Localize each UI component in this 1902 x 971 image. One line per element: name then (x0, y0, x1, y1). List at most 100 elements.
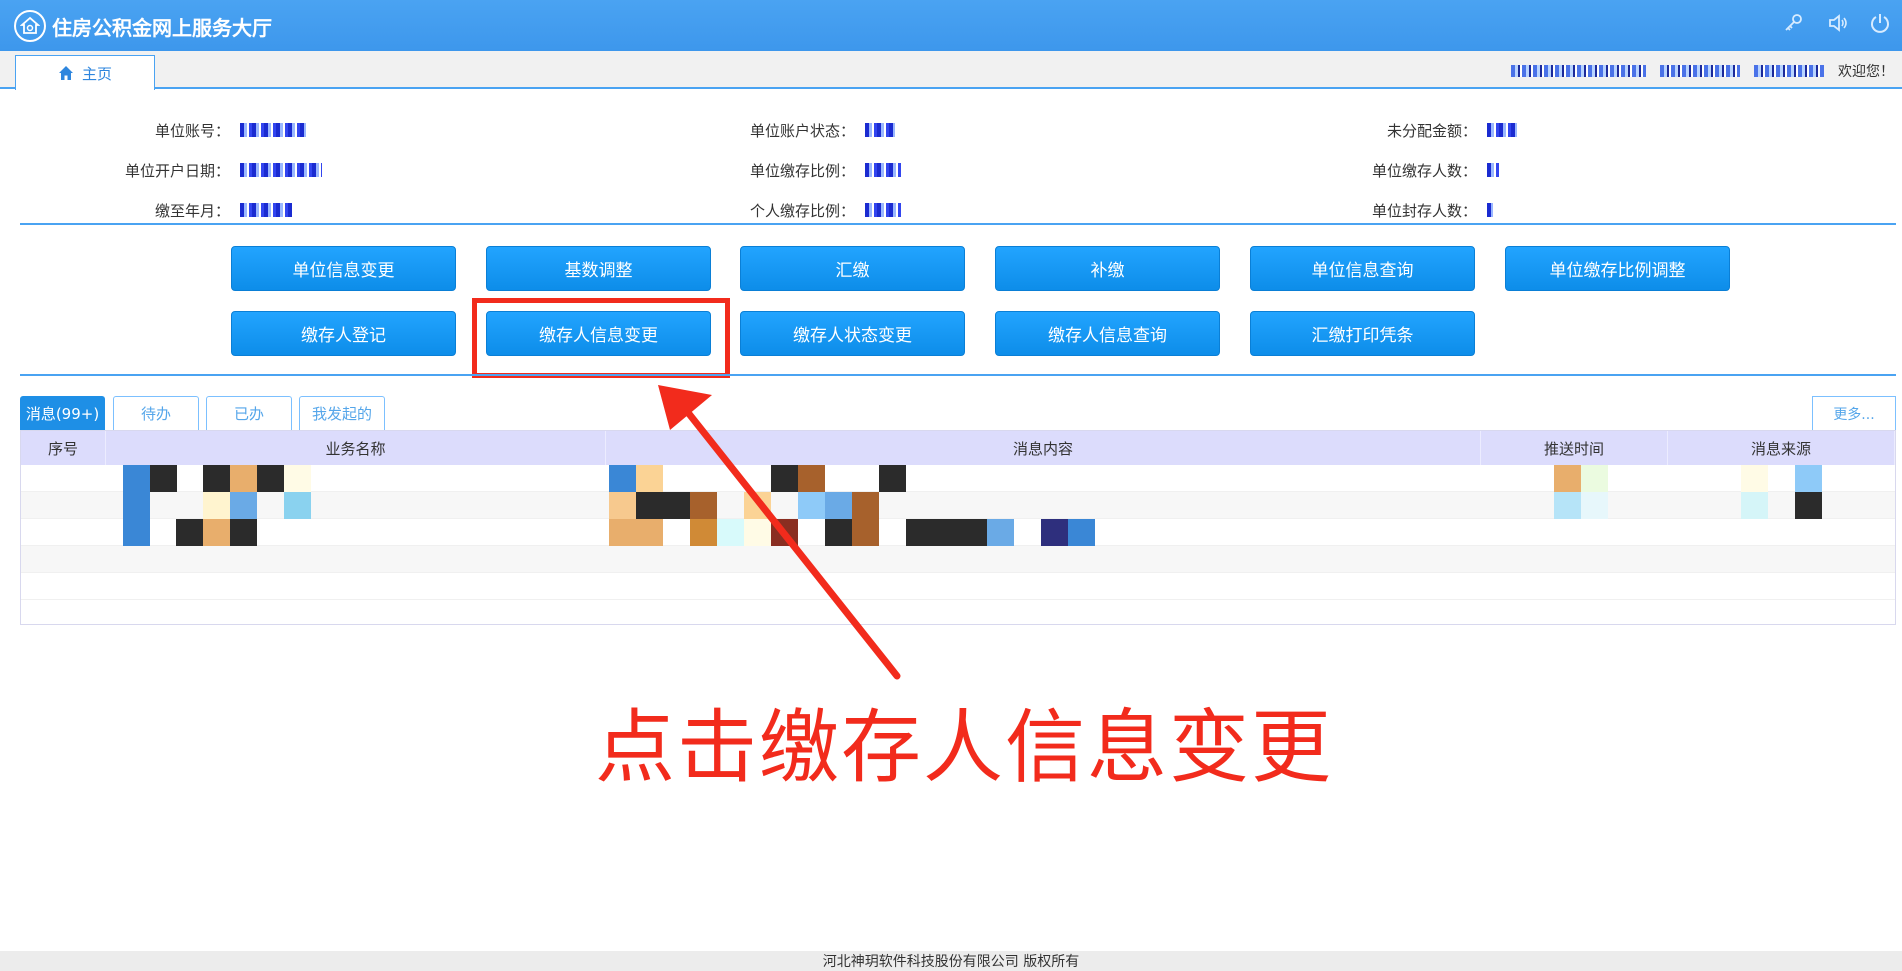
info-column-1: 单位账号： 单位开户日期： 缴至年月： (100, 110, 322, 230)
remit-button[interactable]: 汇缴 (740, 246, 965, 291)
table-row[interactable] (21, 519, 1895, 546)
masked-cell (257, 465, 284, 492)
masked-cell (1041, 519, 1068, 546)
depositor-status-change-button[interactable]: 缴存人状态变更 (740, 311, 965, 356)
masked-cell (987, 519, 1014, 546)
tab-todo[interactable]: 待办 (113, 396, 199, 430)
masked-cell (879, 465, 906, 492)
masked-cell (1554, 465, 1581, 492)
masked-cell (1068, 519, 1095, 546)
tab-bar: 主页 欢迎您！ (0, 51, 1902, 90)
masked-cell (636, 465, 663, 492)
masked-cell (906, 519, 987, 546)
depositor-info-query-button[interactable]: 缴存人信息查询 (995, 311, 1220, 356)
unit-ratio-adjust-button[interactable]: 单位缴存比例调整 (1505, 246, 1730, 291)
masked-cell (1554, 492, 1581, 519)
table-row[interactable] (21, 465, 1895, 492)
masked-cell (284, 492, 311, 519)
print-receipt-button[interactable]: 汇缴打印凭条 (1250, 311, 1475, 356)
info-label: 单位封存人数： (1371, 201, 1477, 220)
masked-cell (744, 519, 771, 546)
unit-info-change-button[interactable]: 单位信息变更 (231, 246, 456, 291)
masked-cell (852, 492, 879, 519)
masked-cell (230, 465, 257, 492)
masked-cell (798, 492, 825, 519)
column-header: 业务名称 (106, 431, 606, 465)
masked-cell (1741, 465, 1768, 492)
masked-cell (852, 519, 879, 546)
info-column-3: 未分配金额： 单位缴存人数： 单位封存人数： (1320, 110, 1517, 230)
supplement-pay-button[interactable]: 补缴 (995, 246, 1220, 291)
tab-done[interactable]: 已办 (206, 396, 292, 430)
highlight-box (472, 298, 730, 378)
masked-cell (1795, 492, 1822, 519)
masked-cell (771, 519, 798, 546)
masked-value (240, 163, 322, 177)
annotation-text: 点击缴存人信息变更 (595, 701, 1333, 794)
power-icon[interactable] (1867, 10, 1893, 36)
masked-cell (203, 465, 230, 492)
tab-messages[interactable]: 消息(99+) (20, 396, 105, 430)
masked-cell (176, 519, 203, 546)
info-label: 未分配金额： (1386, 121, 1477, 140)
masked-value (1487, 203, 1493, 217)
tab-home-label: 主页 (81, 64, 112, 83)
home-icon (58, 66, 73, 80)
masked-cell (284, 465, 311, 492)
table-row[interactable] (21, 492, 1895, 519)
welcome-text: 欢迎您！ (1838, 64, 1894, 80)
tab-home[interactable]: 主页 (15, 55, 155, 90)
info-label: 个人缴存比例： (749, 201, 855, 220)
masked-cell (636, 492, 690, 519)
speaker-icon[interactable] (1825, 10, 1851, 36)
masked-cell (203, 492, 230, 519)
table-body (21, 465, 1895, 600)
masked-cell (690, 492, 717, 519)
info-label: 单位缴存比例： (749, 161, 855, 180)
depositor-register-button[interactable]: 缴存人登记 (231, 311, 456, 356)
tab-initiated[interactable]: 我发起的 (299, 396, 385, 430)
info-label: 缴至年月： (154, 201, 230, 220)
masked-value (865, 123, 895, 137)
masked-cell (744, 492, 771, 519)
table-row[interactable] (21, 573, 1895, 600)
base-adjust-button[interactable]: 基数调整 (486, 246, 711, 291)
footer-copyright: 河北神玥软件科技股份有限公司 版权所有 (0, 951, 1902, 971)
masked-cell (1581, 492, 1608, 519)
unit-info-query-button[interactable]: 单位信息查询 (1250, 246, 1475, 291)
logo-icon (14, 10, 46, 42)
table-header: 序号 业务名称 消息内容 推送时间 消息来源 (21, 431, 1895, 465)
info-label: 单位缴存人数： (1371, 161, 1477, 180)
masked-cell (609, 465, 636, 492)
more-button[interactable]: 更多... (1812, 396, 1896, 430)
info-column-2: 单位账户状态： 单位缴存比例： 个人缴存比例： (700, 110, 901, 230)
masked-user-name (1754, 65, 1824, 77)
masked-cell (203, 519, 230, 546)
app-header: 住房公积金网上服务大厅 (0, 0, 1902, 51)
masked-cell (123, 465, 150, 492)
masked-user-info (1660, 65, 1740, 77)
masked-value (1487, 123, 1517, 137)
info-label: 单位账号： (154, 121, 230, 140)
masked-value (240, 203, 292, 217)
masked-value (240, 123, 306, 137)
key-icon[interactable] (1780, 10, 1806, 36)
masked-cell (1795, 465, 1822, 492)
masked-cell (798, 465, 825, 492)
divider (20, 223, 1896, 225)
masked-cell (825, 492, 852, 519)
column-header: 推送时间 (1481, 431, 1668, 465)
masked-value (865, 163, 901, 177)
column-header: 消息内容 (606, 431, 1481, 465)
info-label: 单位账户状态： (749, 121, 855, 140)
masked-cell (609, 519, 663, 546)
masked-cell (1741, 492, 1768, 519)
masked-user-info (1511, 65, 1646, 77)
info-label: 单位开户日期： (124, 161, 230, 180)
masked-cell (150, 465, 177, 492)
masked-cell (825, 519, 852, 546)
masked-cell (1581, 465, 1608, 492)
table-row[interactable] (21, 546, 1895, 573)
divider (20, 374, 1896, 376)
masked-cell (690, 519, 717, 546)
